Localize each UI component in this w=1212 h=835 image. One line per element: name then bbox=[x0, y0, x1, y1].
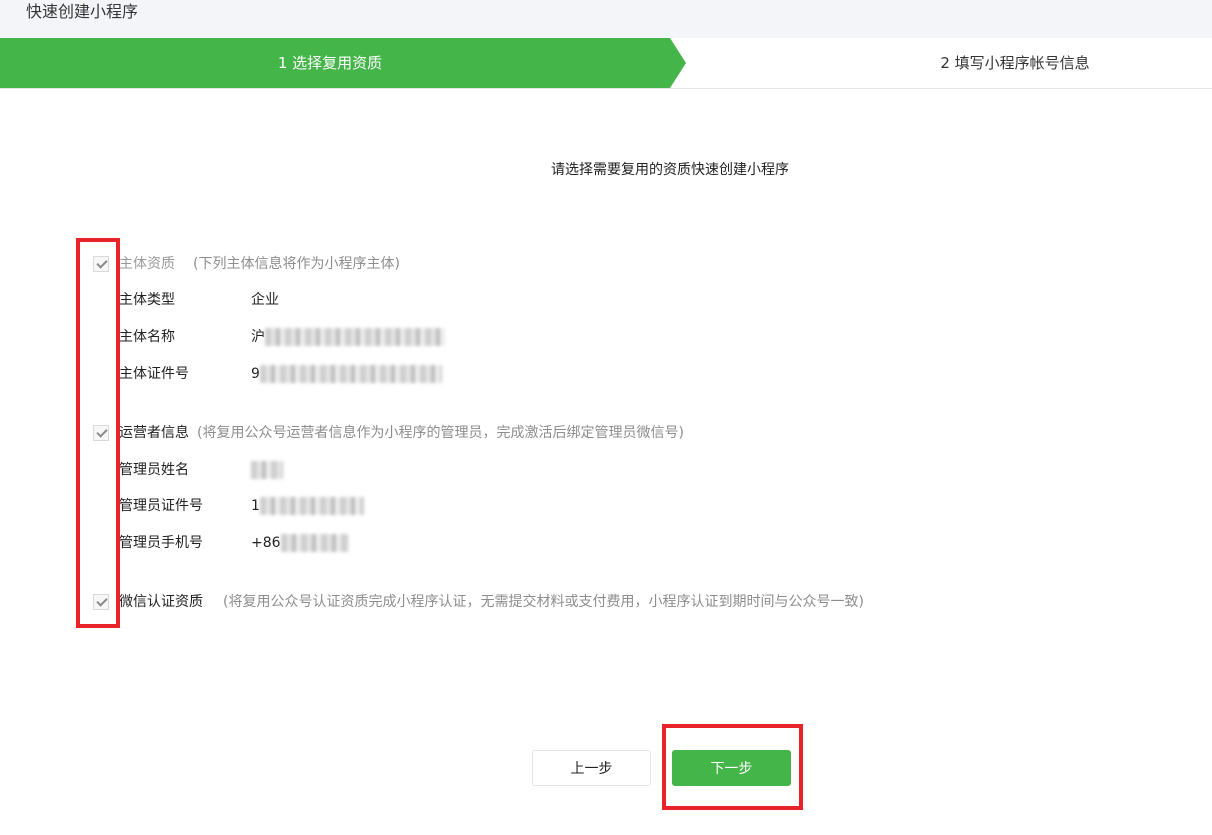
certification-name: 微信认证资质 bbox=[119, 594, 203, 610]
entity-note: (下列主体信息将作为小程序主体) bbox=[193, 256, 400, 272]
operator-title: 运营者信息 (将复用公众号运营者信息作为小程序的管理员，完成激活后绑定管理员微信号… bbox=[119, 421, 684, 445]
operator-name: 运营者信息 bbox=[119, 425, 189, 441]
next-step-button[interactable]: 下一步 bbox=[672, 750, 791, 786]
redacted-value bbox=[259, 497, 364, 515]
row-value: 沪 bbox=[251, 329, 265, 345]
entity-row-name: 主体名称 沪 bbox=[119, 325, 445, 349]
operator-row-id: 管理员证件号 1 bbox=[119, 494, 364, 518]
row-value: +86 bbox=[251, 535, 281, 551]
row-label: 管理员证件号 bbox=[119, 498, 203, 514]
step-1-label: 1 选择复用资质 bbox=[277, 54, 383, 72]
row-label: 管理员手机号 bbox=[119, 535, 203, 551]
step-arrow bbox=[670, 38, 686, 88]
row-value: 企业 bbox=[251, 292, 279, 308]
operator-row-phone: 管理员手机号 +86 bbox=[119, 531, 349, 555]
highlight-checkboxes bbox=[76, 238, 120, 628]
entity-row-type: 主体类型 企业 bbox=[119, 288, 279, 312]
certification-title: 微信认证资质 (将复用公众号认证资质完成小程序认证，无需提交材料或支付费用，小程序… bbox=[119, 590, 864, 614]
entity-name: 主体资质 bbox=[119, 256, 175, 272]
row-label: 主体证件号 bbox=[119, 366, 189, 382]
redacted-value bbox=[280, 534, 349, 552]
row-label: 主体类型 bbox=[119, 292, 175, 308]
row-value: 9 bbox=[251, 366, 260, 382]
top-bar: 快速创建小程序 bbox=[0, 0, 1212, 38]
step-progress: 1 选择复用资质 2 填写小程序帐号信息 bbox=[0, 38, 1212, 89]
row-value: 1 bbox=[251, 498, 260, 514]
redacted-value bbox=[259, 365, 442, 383]
redacted-value bbox=[265, 328, 445, 346]
certification-note: (将复用公众号认证资质完成小程序认证，无需提交材料或支付费用，小程序认证到期时间… bbox=[223, 594, 864, 610]
redacted-value bbox=[251, 461, 283, 479]
row-label: 管理员姓名 bbox=[119, 462, 189, 478]
operator-note: (将复用公众号运营者信息作为小程序的管理员，完成激活后绑定管理员微信号) bbox=[197, 425, 684, 441]
prev-step-button[interactable]: 上一步 bbox=[532, 750, 651, 786]
entity-title: 主体资质 (下列主体信息将作为小程序主体) bbox=[119, 252, 400, 276]
step-2-label: 2 填写小程序帐号信息 bbox=[940, 54, 1090, 72]
instruction-heading: 请选择需要复用的资质快速创建小程序 bbox=[551, 162, 789, 178]
page-title: 快速创建小程序 bbox=[26, 2, 139, 21]
entity-row-id: 主体证件号 9 bbox=[119, 362, 442, 386]
row-label: 主体名称 bbox=[119, 329, 175, 345]
operator-row-name: 管理员姓名 bbox=[119, 458, 283, 482]
